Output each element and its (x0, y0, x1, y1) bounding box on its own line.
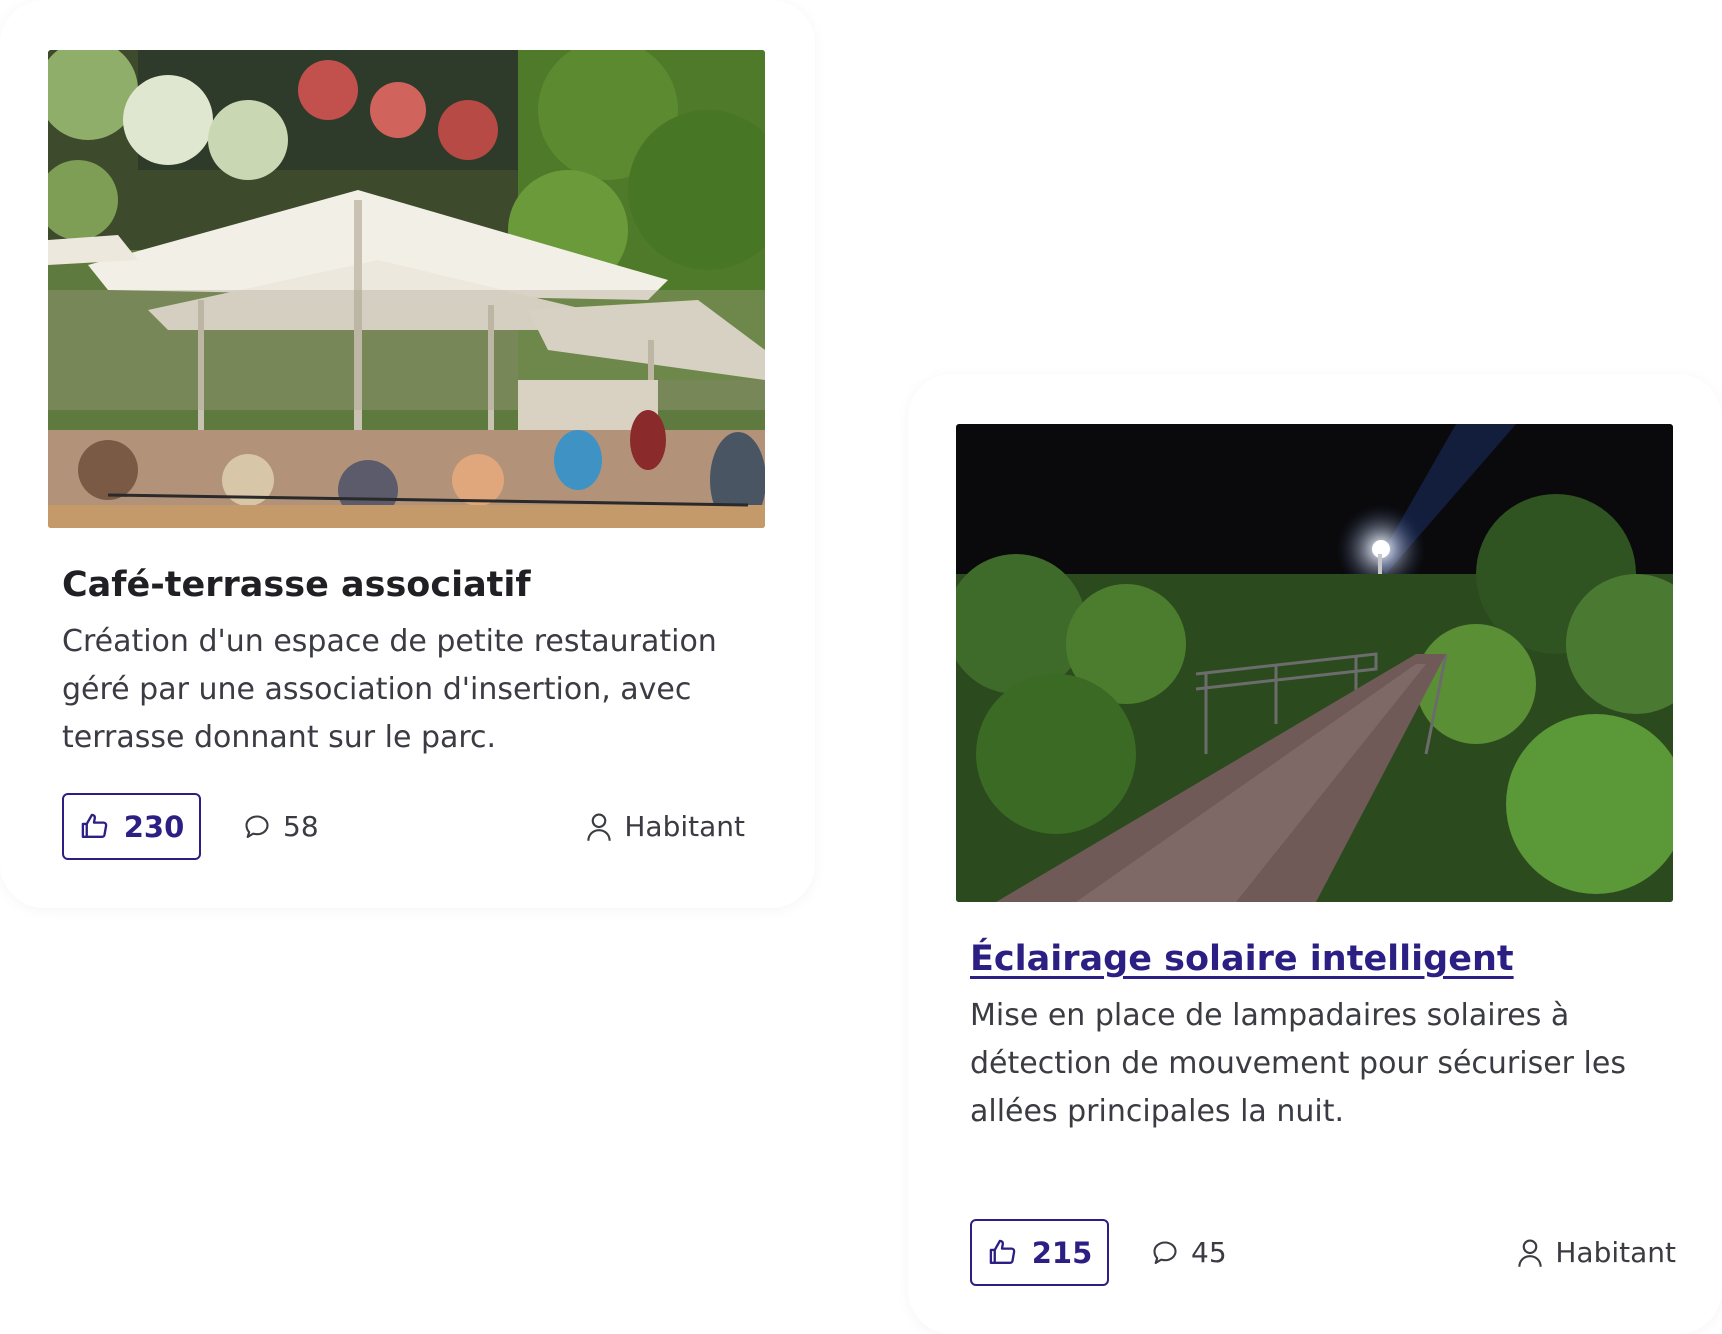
user-icon (1518, 1238, 1543, 1267)
vote-count: 215 (1031, 1235, 1093, 1270)
card-title-link[interactable]: Éclairage solaire intelligent (970, 936, 1670, 982)
comments-link[interactable]: 45 (1151, 1219, 1227, 1286)
speech-bubble-icon (1153, 1240, 1177, 1264)
author-label: Habitant (1555, 1236, 1676, 1269)
thumbs-up-icon (989, 1239, 1016, 1264)
night-path-photo[interactable] (956, 424, 1673, 902)
idea-card: Éclairage solaire intelligent Mise en pl… (908, 374, 1722, 1334)
comments-link[interactable]: 58 (243, 793, 319, 860)
thumbs-up-icon (81, 813, 108, 838)
card-title[interactable]: Café-terrasse associatif (62, 562, 762, 608)
author: Habitant (1517, 1219, 1676, 1286)
user-icon (587, 812, 612, 841)
cafe-terrace-image (48, 50, 765, 528)
vote-button[interactable]: 215 (970, 1219, 1109, 1286)
idea-card: Café-terrasse associatif Création d'un e… (0, 0, 815, 908)
vote-count: 230 (123, 809, 185, 844)
speech-bubble-icon (245, 814, 269, 838)
card-description: Création d'un espace de petite restaurat… (62, 624, 717, 755)
card-description: Mise en place de lampadaires solaires à … (970, 998, 1626, 1129)
night-path-image (956, 424, 1673, 902)
comment-count: 58 (283, 810, 319, 843)
comment-count: 45 (1191, 1236, 1227, 1269)
author-label: Habitant (624, 810, 745, 843)
cafe-terrace-photo[interactable] (48, 50, 765, 528)
vote-button[interactable]: 230 (62, 793, 201, 860)
author: Habitant (586, 793, 745, 860)
